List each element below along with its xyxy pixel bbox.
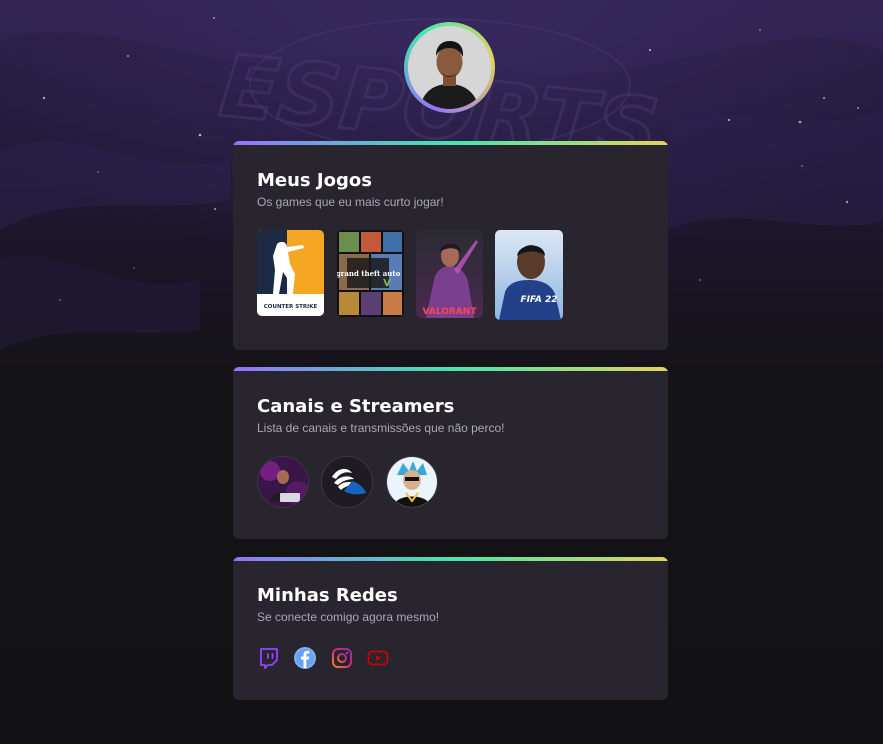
twitch-icon [260,648,278,669]
profile-avatar [404,22,495,113]
fifa-22-logo: FIFA 22 [520,295,557,305]
valorant-cover-icon: VALORANT [416,230,483,318]
instagram-link[interactable] [330,646,354,670]
gta-v-cover-icon: grand theft auto V [337,230,404,317]
channels-title: Canais e Streamers [257,396,455,417]
games-subtitle: Os games que eu mais curto jogar! [257,195,444,209]
game-counter-strike[interactable]: COUNTER STRIKE [257,230,324,316]
twitch-link[interactable] [257,646,281,670]
svg-text:V: V [383,278,391,289]
winged-shoe-avatar-icon [322,457,372,507]
facebook-link[interactable] [293,646,317,670]
channel-streamer-1[interactable] [257,456,309,508]
game-fifa-22[interactable]: FIFA 22 [495,230,563,320]
social-subtitle: Se conecte comigo agora mesmo! [257,610,440,624]
channel-streamer-3[interactable] [386,456,438,508]
social-card: Minhas Redes Se conecte comigo agora mes… [233,557,668,700]
fifa-22-cover-icon: FIFA 22 [495,230,563,320]
channels-card: Canais e Streamers Lista de canais e tra… [233,367,668,539]
streamer-avatar-icon [258,457,308,507]
games-title: Meus Jogos [257,170,372,191]
game-gta-v[interactable]: grand theft auto V [337,230,404,317]
counter-strike-cover-icon: COUNTER STRIKE [257,230,324,316]
game-valorant[interactable]: VALORANT [416,230,483,318]
social-title: Minhas Redes [257,585,398,606]
valorant-logo: VALORANT [423,307,478,317]
youtube-icon [367,650,389,666]
games-card: Meus Jogos Os games que eu mais curto jo… [233,141,668,350]
counter-strike-logo: COUNTER STRIKE [264,304,318,310]
channels-subtitle: Lista de canais e transmissões que não p… [257,421,505,435]
gta-v-logo: grand theft auto [337,269,401,278]
youtube-link[interactable] [366,646,390,670]
channel-streamer-2[interactable] [321,456,373,508]
cartoon-avatar-icon [387,457,437,507]
profile-photo-icon [408,26,491,109]
instagram-icon [332,648,352,668]
facebook-icon [294,647,316,669]
